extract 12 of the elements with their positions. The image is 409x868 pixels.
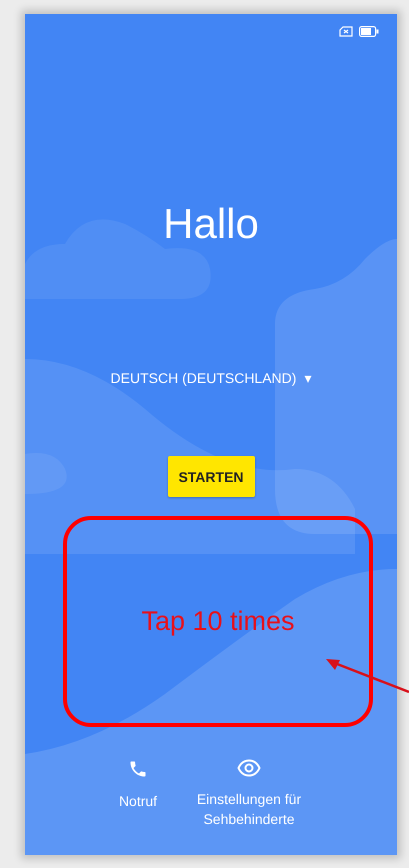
no-sim-icon	[339, 26, 353, 37]
annotation-text: Tap 10 times	[141, 606, 295, 637]
phone-icon	[128, 759, 148, 779]
eye-icon	[237, 759, 261, 777]
accessibility-button[interactable]: Einstellungen für Sehbehinderte	[184, 759, 314, 829]
start-button[interactable]: STARTEN	[168, 456, 254, 497]
greeting-title: Hallo	[163, 200, 259, 248]
battery-icon	[359, 26, 379, 37]
language-label: DEUTSCH (DEUTSCHLAND)	[110, 370, 296, 386]
caret-icon: ▾	[304, 370, 312, 386]
language-selector[interactable]: DEUTSCH (DEUTSCHLAND) ▾	[110, 370, 312, 386]
emergency-call-button[interactable]: Notruf	[108, 759, 168, 811]
